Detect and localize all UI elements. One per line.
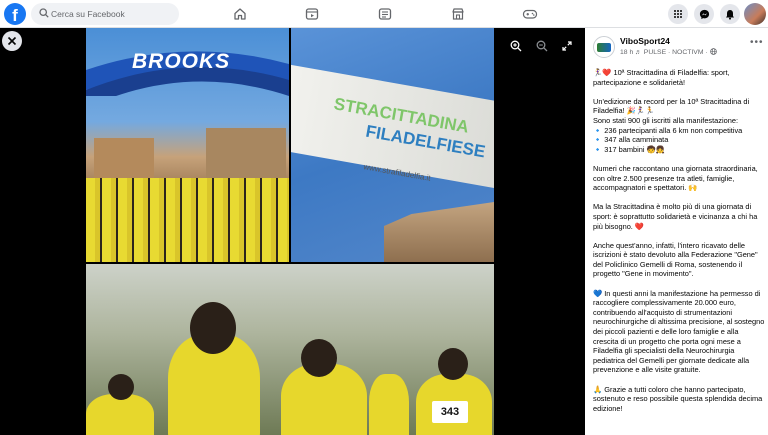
home-icon[interactable] <box>230 4 250 24</box>
messenger-icon[interactable] <box>694 4 714 24</box>
post-paragraph: 💙 In questi anni la manifestazione ha pe… <box>593 288 765 375</box>
post-paragraph: Sono stati 900 gli iscritti alla manifes… <box>593 115 739 125</box>
notifications-bell-icon[interactable] <box>720 4 740 24</box>
photo1-building-right <box>206 128 286 183</box>
photo-banner[interactable]: STRACITTADINA FILADELFIESE www.strafilad… <box>291 28 494 262</box>
post-paragraph: 🙏 Grazie a tutti coloro che hanno partec… <box>593 384 763 413</box>
post-music[interactable]: ♬ PULSE · NOCTIVM <box>635 49 703 56</box>
zoom-out-button[interactable] <box>532 36 552 56</box>
top-navigation-bar: f <box>0 0 768 28</box>
gaming-icon[interactable] <box>520 4 540 24</box>
post-paragraph: Ma la Stracittadina è molto più di una g… <box>593 202 758 231</box>
post-paragraph: Numeri che raccontano una giornata strao… <box>593 163 758 193</box>
runner-head <box>108 374 134 400</box>
brooks-sign-text: BROOKS <box>132 50 231 73</box>
photo2-building <box>384 202 494 262</box>
runner-head <box>301 339 337 377</box>
marketplace-icon[interactable] <box>448 4 468 24</box>
race-bib: 343 <box>432 401 468 423</box>
post-paragraph: Anche quest'anno, infatti, l'intero rica… <box>593 240 758 279</box>
list-item: 🔹 347 alla camminata <box>593 135 669 145</box>
photo-viewer: BROOKS STRACITTADINA FILADELFIESE www.st… <box>0 28 585 435</box>
page-logo-icon <box>597 42 611 52</box>
more-options-icon[interactable]: ••• <box>750 37 764 48</box>
post-meta: 18 h ♬ PULSE · NOCTIVM · <box>620 48 717 56</box>
photo1-building-left <box>94 138 154 178</box>
runner-figure <box>86 394 154 435</box>
menu-grid-icon[interactable] <box>668 4 688 24</box>
page-name[interactable]: ViboSport24 <box>620 36 670 46</box>
runner-head <box>190 302 236 354</box>
list-item: 🔹 317 bambini 🧒👧 <box>593 144 665 154</box>
profile-avatar[interactable] <box>744 3 766 25</box>
search-icon <box>39 8 49 18</box>
photo-start-arch[interactable]: BROOKS <box>86 28 289 262</box>
search-box[interactable] <box>31 3 179 25</box>
stats-list: 🔹 236 partecipanti alla 6 km non competi… <box>593 126 765 155</box>
facebook-logo-letter: f <box>12 6 18 25</box>
globe-icon: · <box>705 48 717 56</box>
news-feed-icon[interactable] <box>375 4 395 24</box>
fullscreen-button[interactable] <box>557 36 577 56</box>
close-viewer-button[interactable] <box>2 31 22 51</box>
fullscreen-icon <box>562 41 572 51</box>
photo1-crowd <box>86 178 289 262</box>
post-body: 🏃‍♀️❤️ 10ª Stracittadina di Filadelfia: … <box>593 68 765 423</box>
zoom-in-icon <box>510 40 522 52</box>
facebook-logo[interactable]: f <box>4 3 26 25</box>
runner-head <box>438 348 468 380</box>
close-icon <box>7 36 17 46</box>
post-timestamp[interactable]: 18 h <box>620 49 633 56</box>
video-icon[interactable] <box>302 4 322 24</box>
zoom-in-button[interactable] <box>506 36 526 56</box>
list-item: 🔹 236 partecipanti alla 6 km non competi… <box>593 125 743 135</box>
zoom-out-icon <box>536 40 548 52</box>
post-panel: ViboSport24 18 h ♬ PULSE · NOCTIVM · •••… <box>585 28 768 435</box>
page-avatar[interactable] <box>593 36 615 58</box>
post-title: 🏃‍♀️❤️ 10ª Stracittadina di Filadelfia: … <box>593 68 730 87</box>
search-input[interactable] <box>51 3 175 25</box>
photo-runners[interactable]: 343 <box>86 264 494 435</box>
runner-figure <box>369 374 409 435</box>
post-paragraph: Un'edizione da record per la 10ª Stracit… <box>593 96 750 116</box>
